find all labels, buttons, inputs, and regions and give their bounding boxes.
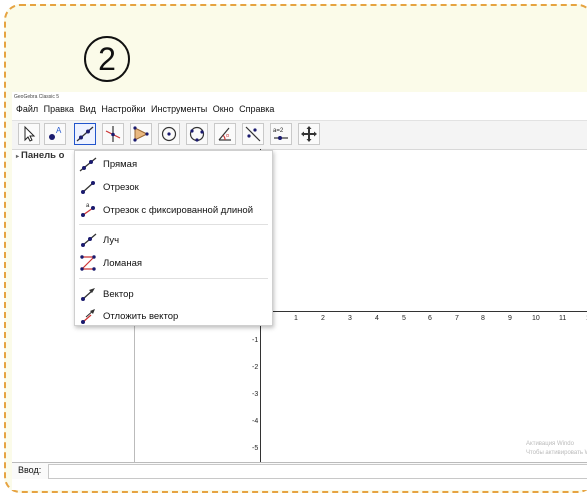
polygon-tool-button[interactable] bbox=[130, 123, 152, 145]
menu-separator bbox=[79, 278, 268, 279]
menu-tools[interactable]: Инструменты bbox=[151, 104, 207, 114]
menu-help[interactable]: Справка bbox=[239, 104, 274, 114]
panel-collapse-icon: ▸ bbox=[16, 154, 20, 160]
circle-through-points-icon bbox=[189, 126, 205, 142]
x-tick-label: 10 bbox=[532, 315, 540, 322]
polygon-icon bbox=[133, 126, 149, 142]
menu-item-label: Отложить вектор bbox=[103, 310, 179, 322]
x-tick-label: 8 bbox=[481, 315, 485, 322]
algebra-panel-title: Панель о bbox=[21, 150, 65, 161]
menu-separator bbox=[79, 224, 268, 225]
line-tool-button[interactable] bbox=[74, 123, 96, 145]
line-tools-dropdown: Прямая Отрезок a Отрезок с фиксированной… bbox=[74, 150, 273, 326]
ray-icon bbox=[78, 230, 98, 250]
x-tick-label: 2 bbox=[321, 315, 325, 322]
step-number-badge: 2 bbox=[84, 36, 130, 82]
polyline-icon bbox=[78, 253, 98, 273]
x-tick-label: 11 bbox=[559, 315, 567, 322]
menu-item-vector-from-point[interactable]: Отложить вектор bbox=[75, 305, 272, 327]
window-title: GeoGebra Classic 5 bbox=[14, 94, 60, 100]
menu-window[interactable]: Окно bbox=[213, 104, 234, 114]
circle-tool-button[interactable] bbox=[158, 123, 180, 145]
cursor-arrow-icon bbox=[24, 125, 36, 142]
y-tick-label: -5 bbox=[252, 445, 259, 452]
angle-icon: α bbox=[218, 127, 231, 141]
slider-tool-button[interactable]: a=2 bbox=[270, 123, 292, 145]
perpendicular-line-icon bbox=[105, 126, 121, 142]
x-tick-label: 1 bbox=[294, 315, 298, 322]
move-view-tool-button[interactable] bbox=[298, 123, 320, 145]
segment-fixed-length-icon: a bbox=[78, 200, 98, 220]
menu-item-ray[interactable]: Луч bbox=[75, 229, 272, 251]
menu-item-line[interactable]: Прямая bbox=[75, 153, 272, 175]
y-tick-label: -4 bbox=[252, 418, 259, 425]
menu-view[interactable]: Вид bbox=[80, 104, 96, 114]
svg-text:α: α bbox=[226, 133, 229, 139]
perpendicular-tool-button[interactable] bbox=[102, 123, 124, 145]
menu-item-segment[interactable]: Отрезок bbox=[75, 176, 272, 198]
vector-from-point-icon bbox=[78, 306, 98, 326]
x-tick-label: 4 bbox=[375, 315, 379, 322]
y-tick-label: -2 bbox=[252, 364, 259, 371]
geogebra-window: GeoGebra Classic 5 Файл Правка Вид Настр… bbox=[12, 92, 587, 490]
svg-text:a: a bbox=[86, 203, 90, 209]
watermark-line: Чтобы активировать W bbox=[526, 450, 587, 456]
circle-with-center-icon bbox=[161, 126, 177, 142]
menu-settings[interactable]: Настройки bbox=[101, 104, 145, 114]
point-icon: A bbox=[49, 126, 62, 140]
segment-icon bbox=[78, 177, 98, 197]
menu-edit[interactable]: Правка bbox=[44, 104, 74, 114]
input-field[interactable] bbox=[48, 464, 587, 479]
point-tool-button[interactable]: A bbox=[44, 123, 66, 145]
x-tick-label: 3 bbox=[348, 315, 352, 322]
watermark-line: Активация Windo bbox=[526, 441, 574, 447]
windows-activation-watermark: Активация Windo Чтобы активировать W bbox=[526, 440, 587, 458]
move-graphics-view-icon bbox=[301, 126, 317, 142]
menu-item-vector[interactable]: Вектор bbox=[75, 283, 272, 305]
svg-text:A: A bbox=[56, 126, 62, 135]
menu-item-label: Вектор bbox=[103, 288, 134, 300]
x-tick-label: 5 bbox=[402, 315, 406, 322]
input-bar: Ввод: bbox=[12, 462, 587, 479]
input-label: Ввод: bbox=[18, 465, 42, 475]
menu-file[interactable]: Файл bbox=[16, 104, 38, 114]
line-through-two-points-icon bbox=[76, 126, 94, 142]
menu-item-label: Прямая bbox=[103, 158, 138, 170]
reflect-about-line-icon bbox=[245, 126, 261, 142]
x-tick-label: 7 bbox=[455, 315, 459, 322]
y-tick-label: -1 bbox=[252, 337, 259, 344]
slider-icon: a=2 bbox=[273, 128, 288, 140]
menu-item-label: Отрезок с фиксированной длиной bbox=[103, 204, 254, 216]
y-tick-label: -3 bbox=[252, 391, 259, 398]
angle-tool-button[interactable]: α bbox=[214, 123, 236, 145]
menu-item-segment-fixed-length[interactable]: a Отрезок с фиксированной длиной bbox=[75, 199, 272, 221]
menu-item-label: Луч bbox=[103, 234, 120, 246]
slider-tool-label: a=2 bbox=[273, 128, 284, 134]
toolbar: A α a=2 bbox=[12, 120, 587, 150]
menu-bar: Файл Правка Вид Настройки Инструменты Ок… bbox=[12, 102, 587, 116]
x-tick-label: 6 bbox=[428, 315, 432, 322]
line-icon bbox=[78, 154, 98, 174]
reflect-tool-button[interactable] bbox=[242, 123, 264, 145]
menu-item-polyline[interactable]: Ломаная bbox=[75, 252, 272, 274]
x-axis bbox=[260, 311, 587, 312]
menu-item-label: Отрезок bbox=[103, 181, 139, 193]
vector-icon bbox=[78, 284, 98, 304]
move-tool-button[interactable] bbox=[18, 123, 40, 145]
x-tick-label: 9 bbox=[508, 315, 512, 322]
conic-tool-button[interactable] bbox=[186, 123, 208, 145]
menu-item-label: Ломаная bbox=[103, 257, 143, 269]
